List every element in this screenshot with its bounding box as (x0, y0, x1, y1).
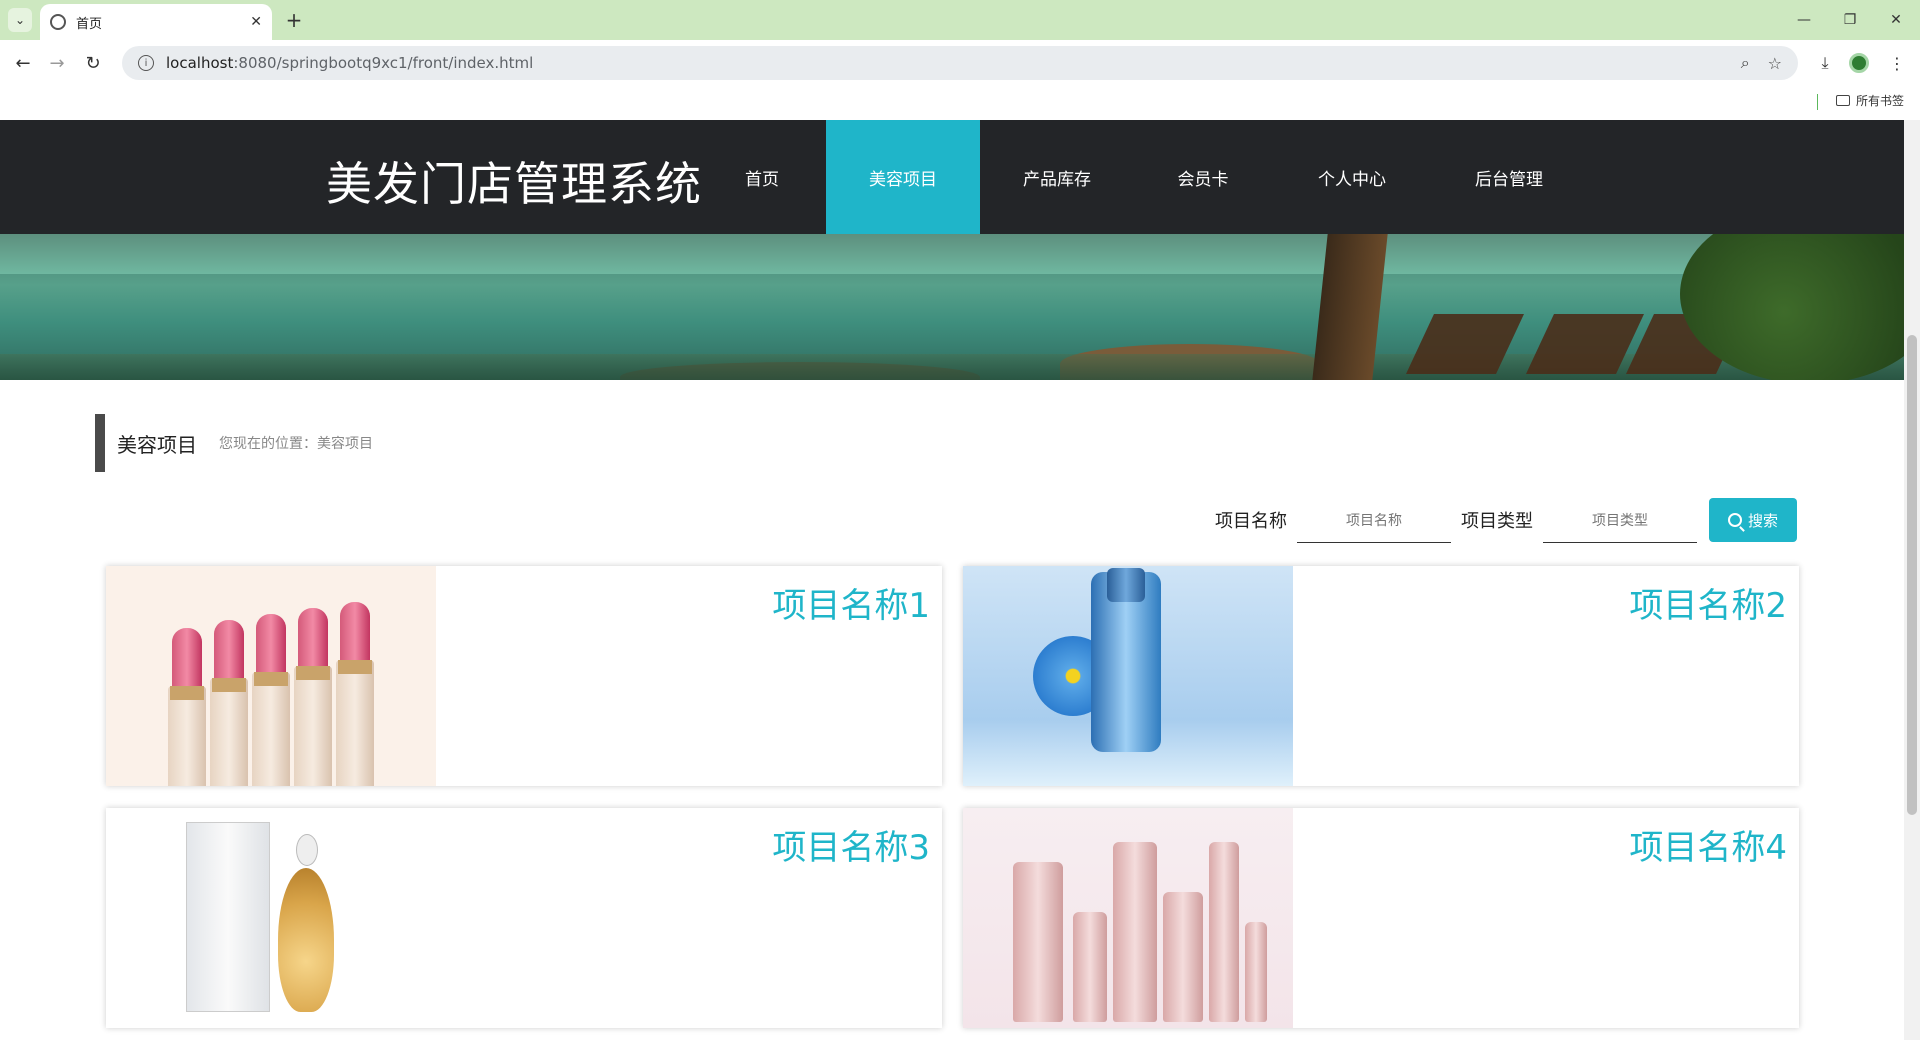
tube-shape (1013, 862, 1063, 1022)
lipstick-shape (252, 614, 290, 786)
url-path: :8080/springbootq9xc1/front/index.html (233, 54, 534, 72)
browser-tab[interactable]: 首页 ✕ (40, 4, 272, 40)
globe-icon (50, 14, 66, 30)
back-button[interactable]: ← (10, 50, 36, 76)
site-title: 美发门店管理系统 (326, 157, 702, 211)
type-filter-input[interactable] (1543, 497, 1697, 543)
restore-icon[interactable]: ❐ (1830, 8, 1870, 32)
search-button[interactable]: 搜索 (1709, 498, 1797, 542)
section-header: 美容项目 您现在的位置：美容项目 (95, 414, 373, 472)
project-card[interactable]: 项目名称1 (106, 566, 942, 786)
close-window-icon[interactable]: ✕ (1876, 8, 1916, 32)
nav-item-admin[interactable]: 后台管理 (1450, 120, 1568, 234)
type-filter: 项目类型 (1461, 497, 1697, 543)
project-card[interactable]: 项目名称2 (963, 566, 1799, 786)
page-scrollbar[interactable] (1904, 120, 1920, 1040)
minimize-icon[interactable]: — (1784, 8, 1824, 32)
site-header: 美发门店管理系统 首页 美容项目 产品库存 会员卡 个人中心 后台管理 (0, 120, 1904, 234)
scrollbar-thumb[interactable] (1907, 335, 1917, 815)
tab-search-chevron-icon[interactable]: ⌄ (8, 8, 32, 32)
project-name[interactable]: 项目名称3 (772, 820, 930, 869)
avatar (1849, 53, 1869, 73)
all-bookmarks-button[interactable]: 所有书签 (1835, 92, 1904, 109)
search-icon (1727, 513, 1742, 527)
lipstick-shape (168, 628, 206, 786)
section-accent-bar (95, 414, 105, 472)
project-name[interactable]: 项目名称4 (1629, 820, 1787, 869)
browser-toolbar: ← → ↻ i localhost:8080/springbootq9xc1/f… (0, 40, 1920, 84)
menu-icon[interactable]: ⋮ (1884, 50, 1910, 76)
browser-tabbar: ⌄ 首页 ✕ + — ❐ ✕ (0, 0, 1920, 40)
nav-item-beauty-projects[interactable]: 美容项目 (826, 120, 980, 234)
zoom-icon[interactable]: ⌕ (1741, 53, 1750, 73)
hero-banner (0, 234, 1904, 380)
url-text[interactable]: localhost:8080/springbootq9xc1/front/ind… (166, 54, 1723, 72)
download-icon[interactable]: ⤓ (1812, 50, 1838, 76)
name-filter: 项目名称 (1215, 497, 1451, 543)
tube-shape (1073, 912, 1107, 1022)
nav-item-personal-center[interactable]: 个人中心 (1290, 120, 1414, 234)
bookmark-star-icon[interactable]: ☆ (1768, 54, 1782, 73)
type-filter-label: 项目类型 (1461, 511, 1533, 532)
address-bar[interactable]: i localhost:8080/springbootq9xc1/front/i… (122, 46, 1798, 80)
tab-title: 首页 (76, 16, 103, 32)
bottle-shape (1091, 568, 1161, 752)
perfume-box-shape (186, 822, 270, 1012)
project-card[interactable]: 项目名称4 (963, 808, 1799, 1028)
perfume-bottle-shape (278, 834, 334, 1012)
search-button-label: 搜索 (1747, 511, 1778, 530)
tube-shape (1163, 892, 1203, 1022)
tube-shape (1209, 842, 1239, 1022)
project-name[interactable]: 项目名称2 (1629, 578, 1787, 627)
project-card[interactable]: 项目名称3 (106, 808, 942, 1028)
bookmarks-bar: 所有书签 (0, 84, 1920, 120)
nav-item-membership-card[interactable]: 会员卡 (1150, 120, 1256, 234)
project-name[interactable]: 项目名称1 (772, 578, 930, 627)
new-tab-button[interactable]: + (282, 8, 306, 32)
lipsticks-image (106, 566, 436, 786)
tube-shape (1113, 842, 1157, 1022)
profile-button[interactable] (1846, 50, 1872, 76)
breadcrumb: 您现在的位置：美容项目 (219, 436, 373, 452)
bookmarks-divider (1817, 94, 1818, 110)
perfume-image (106, 808, 436, 1028)
site-info-icon[interactable]: i (138, 55, 154, 71)
name-filter-label: 项目名称 (1215, 511, 1287, 532)
url-host: localhost (166, 54, 234, 72)
lipstick-shape (294, 608, 332, 786)
serum-bottle-image (963, 566, 1293, 786)
forward-button[interactable]: → (44, 50, 70, 76)
page-viewport: 美发门店管理系统 首页 美容项目 产品库存 会员卡 个人中心 后台管理 美容项目… (0, 120, 1904, 1040)
pink-cosmetics-image (963, 808, 1293, 1028)
tube-shape (1245, 922, 1267, 1022)
folder-icon (1835, 95, 1850, 106)
lipstick-shape (210, 620, 248, 786)
all-bookmarks-label: 所有书签 (1855, 94, 1904, 108)
nav-item-product-inventory[interactable]: 产品库存 (1000, 120, 1114, 234)
banner-sky (0, 234, 1904, 274)
section-title: 美容项目 (117, 432, 197, 457)
nav-item-home[interactable]: 首页 (716, 120, 808, 234)
reload-button[interactable]: ↻ (80, 50, 106, 76)
tab-close-icon[interactable]: ✕ (250, 14, 262, 30)
lipstick-shape (336, 602, 374, 786)
name-filter-input[interactable] (1297, 497, 1451, 543)
